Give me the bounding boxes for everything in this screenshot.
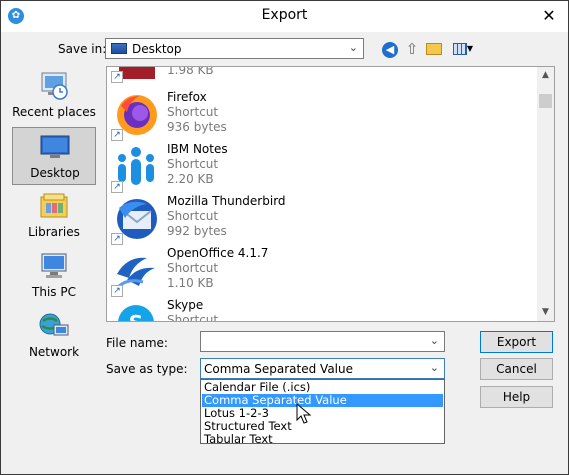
save-in-value: Desktop [132, 42, 182, 56]
export-button[interactable]: Export [480, 331, 553, 353]
file-type: Shortcut [167, 209, 219, 223]
scroll-thumb[interactable] [539, 94, 552, 108]
file-item[interactable]: ↗ Firefox Shortcut 936 bytes [111, 89, 531, 141]
place-this-pc[interactable]: This PC [12, 247, 96, 305]
file-name: IBM Notes [167, 142, 228, 156]
type-option[interactable]: Tabular Text [202, 433, 443, 446]
place-label: Recent places [12, 105, 96, 119]
place-label: Desktop [30, 166, 80, 180]
file-name-input[interactable]: ⌄ [200, 331, 445, 352]
new-folder-button[interactable] [424, 39, 444, 59]
file-item[interactable]: ↗ IBM Notes Shortcut 2.20 KB [111, 141, 531, 193]
file-size: 936 bytes [167, 120, 227, 134]
save-in-dropdown[interactable]: Desktop ⌄ [105, 38, 364, 59]
file-name: OpenOffice 4.1.7 [167, 246, 269, 260]
new-folder-icon [426, 43, 442, 55]
place-recent-places[interactable]: Recent places [12, 67, 96, 125]
file-size: 1.10 KB [167, 276, 214, 290]
place-network[interactable]: Network [12, 307, 96, 365]
svg-text:S: S [129, 311, 143, 322]
file-name: Firefox [167, 90, 207, 104]
save-as-type-value: Comma Separated Value [204, 362, 353, 376]
file-item[interactable]: ↗ Mozilla Thunderbird Shortcut 992 bytes [111, 193, 531, 245]
place-label: Network [28, 345, 80, 359]
file-item[interactable]: ↗ 1.98 KB [111, 66, 531, 84]
place-label: Libraries [28, 225, 80, 239]
file-type: Shortcut [167, 157, 219, 171]
save-as-type-dropdown[interactable]: Comma Separated Value ⌄ [200, 358, 445, 379]
file-type: Shortcut [167, 313, 219, 322]
place-label: This PC [32, 285, 76, 299]
places-bar: Recent places Desktop Libraries This PC … [9, 67, 99, 367]
back-button[interactable]: ◀ [380, 39, 400, 59]
title-bar: ✿ Export ✕ [1, 1, 568, 32]
place-libraries[interactable]: Libraries [12, 187, 96, 245]
help-button[interactable]: Help [480, 386, 553, 408]
up-folder-icon: ⇧ [405, 40, 419, 58]
window-title: Export [261, 7, 308, 23]
scroll-up-icon[interactable]: ▲ [537, 67, 554, 84]
shortcut-arrow-icon: ↗ [111, 285, 123, 297]
view-menu-button[interactable]: ▼ [450, 39, 476, 59]
scroll-down-icon[interactable]: ▼ [537, 304, 554, 321]
up-one-level-button[interactable]: ⇧ [402, 39, 422, 59]
file-item[interactable]: ↗ OpenOffice 4.1.7 Shortcut 1.10 KB [111, 245, 531, 297]
file-item[interactable]: S Skype Shortcut [111, 297, 531, 322]
chevron-down-icon: ▼ [466, 44, 474, 53]
view-menu-icon [452, 43, 467, 55]
back-icon: ◀ [382, 42, 398, 58]
save-in-label: Save in: [58, 42, 107, 56]
file-size: 992 bytes [167, 224, 227, 238]
desktop-folder-icon [111, 43, 127, 54]
this-pc-icon [41, 253, 67, 278]
file-size: 2.20 KB [167, 172, 214, 186]
file-name: Mozilla Thunderbird [167, 194, 286, 208]
mouse-cursor-icon [296, 403, 312, 424]
close-button[interactable]: ✕ [538, 6, 560, 26]
save-as-type-options: Calendar File (.ics) Comma Separated Val… [200, 379, 445, 446]
shortcut-arrow-icon: ↗ [111, 71, 123, 83]
chevron-down-icon: ⌄ [348, 41, 358, 54]
place-desktop[interactable]: Desktop [12, 127, 96, 185]
file-name: Skype [167, 298, 204, 312]
skype-icon: S [118, 305, 154, 322]
file-size: 1.98 KB [167, 66, 214, 77]
vertical-scrollbar[interactable]: ▲ ▼ [537, 67, 554, 321]
shortcut-arrow-icon: ↗ [111, 233, 123, 245]
desktop-icon [40, 135, 70, 158]
chevron-down-icon[interactable]: ⌄ [430, 334, 439, 347]
shortcut-arrow-icon: ↗ [111, 181, 123, 193]
file-type: Shortcut [167, 261, 219, 275]
export-dialog: ✿ Export ✕ Save in: Desktop ⌄ ◀ ⇧ ▼ Rece… [0, 0, 569, 475]
file-name-label: File name: [106, 336, 168, 350]
file-list[interactable]: ↗ 1.98 KB ↗ Firefox Shortcut 936 bytes ↗… [106, 66, 555, 322]
shortcut-arrow-icon: ↗ [111, 129, 123, 141]
cancel-button[interactable]: Cancel [480, 358, 553, 380]
chevron-down-icon[interactable]: ⌄ [430, 361, 439, 374]
libraries-icon [40, 193, 68, 218]
save-as-type-label: Save as type: [106, 362, 188, 376]
file-type: Shortcut [167, 105, 219, 119]
network-icon [39, 313, 69, 336]
recent-places-icon [41, 72, 68, 100]
